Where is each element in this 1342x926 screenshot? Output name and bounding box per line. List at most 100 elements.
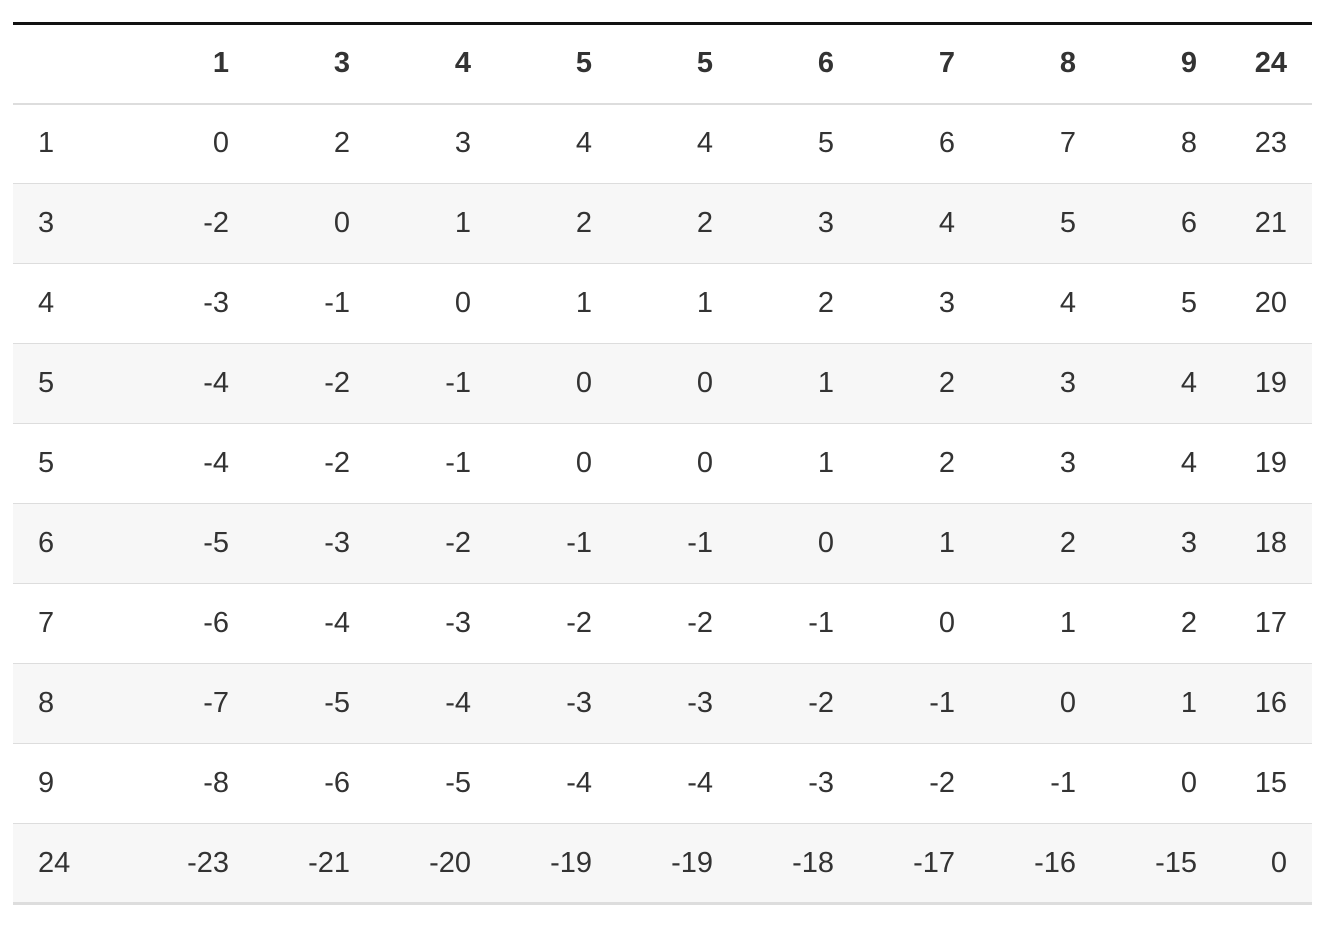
table-body: 1 0 2 3 4 4 5 6 7 8 23 3 -2 0 1 2 2 3 4 5 6 21 4 -3 -1 0 1 1 2 3 4 5 20 5… xyxy=(13,103,1312,905)
table-cell: 3 xyxy=(859,263,980,344)
table-row: 8 -7 -5 -4 -3 -3 -2 -1 0 1 16 xyxy=(13,663,1312,744)
table-cell: 1 xyxy=(375,183,496,264)
table-row: 3 -2 0 1 2 2 3 4 5 6 21 xyxy=(13,183,1312,264)
table-cell: 4 xyxy=(1101,343,1222,424)
table-row: 24 -23 -21 -20 -19 -19 -18 -17 -16 -15 0 xyxy=(13,823,1312,905)
table-cell: 0 xyxy=(738,503,859,584)
column-header: 6 xyxy=(738,23,859,105)
table-cell: 5 xyxy=(980,183,1101,264)
table-cell: -19 xyxy=(496,823,617,905)
table-cell: 0 xyxy=(496,423,617,504)
table-cell: -7 xyxy=(133,663,254,744)
table-cell: 4 xyxy=(496,103,617,184)
table-cell: 19 xyxy=(1222,423,1312,504)
table-cell: -1 xyxy=(254,263,375,344)
column-header: 8 xyxy=(980,23,1101,105)
table-cell: -15 xyxy=(1101,823,1222,905)
table-cell: 4 xyxy=(617,103,738,184)
table-row: 5 -4 -2 -1 0 0 1 2 3 4 19 xyxy=(13,423,1312,504)
table-row: 1 0 2 3 4 4 5 6 7 8 23 xyxy=(13,103,1312,184)
table-cell: 8 xyxy=(1101,103,1222,184)
table-cell: 6 xyxy=(1101,183,1222,264)
row-header: 4 xyxy=(13,263,133,344)
table-cell: 2 xyxy=(254,103,375,184)
table-cell: 1 xyxy=(980,583,1101,664)
column-header: 4 xyxy=(375,23,496,105)
table-cell: 0 xyxy=(375,263,496,344)
table-cell: -2 xyxy=(496,583,617,664)
table-cell: -18 xyxy=(738,823,859,905)
table-cell: -3 xyxy=(617,663,738,744)
table-cell: -8 xyxy=(133,743,254,824)
table-cell: 0 xyxy=(980,663,1101,744)
table-cell: 21 xyxy=(1222,183,1312,264)
row-header: 24 xyxy=(13,823,133,905)
column-header: 9 xyxy=(1101,23,1222,105)
table-cell: 0 xyxy=(617,423,738,504)
table-cell: -21 xyxy=(254,823,375,905)
table-row: 7 -6 -4 -3 -2 -2 -1 0 1 2 17 xyxy=(13,583,1312,664)
table-cell: 4 xyxy=(1101,423,1222,504)
row-header: 1 xyxy=(13,103,133,184)
table-cell: 2 xyxy=(738,263,859,344)
table-row: 4 -3 -1 0 1 1 2 3 4 5 20 xyxy=(13,263,1312,344)
table-cell: 17 xyxy=(1222,583,1312,664)
table-cell: -4 xyxy=(133,423,254,504)
table-cell: -1 xyxy=(980,743,1101,824)
column-header: 3 xyxy=(254,23,375,105)
table-cell: -5 xyxy=(133,503,254,584)
table-cell: 1 xyxy=(617,263,738,344)
table-cell: 18 xyxy=(1222,503,1312,584)
table-cell: -6 xyxy=(254,743,375,824)
header-row: 1 3 4 5 5 6 7 8 9 24 xyxy=(13,23,1312,105)
table-cell: -20 xyxy=(375,823,496,905)
table-header: 1 3 4 5 5 6 7 8 9 24 xyxy=(13,23,1312,105)
column-header: 24 xyxy=(1222,23,1312,105)
table-cell: -23 xyxy=(133,823,254,905)
table-cell: 16 xyxy=(1222,663,1312,744)
table-cell: 0 xyxy=(1222,823,1312,905)
table-cell: -3 xyxy=(496,663,617,744)
table-cell: 3 xyxy=(980,423,1101,504)
table-cell: -1 xyxy=(859,663,980,744)
table-cell: -2 xyxy=(859,743,980,824)
column-header: 5 xyxy=(496,23,617,105)
table-cell: -3 xyxy=(375,583,496,664)
table-cell: 3 xyxy=(1101,503,1222,584)
table-row: 5 -4 -2 -1 0 0 1 2 3 4 19 xyxy=(13,343,1312,424)
table-cell: -2 xyxy=(133,183,254,264)
table-cell: -5 xyxy=(254,663,375,744)
table-cell: -5 xyxy=(375,743,496,824)
table-cell: 2 xyxy=(859,343,980,424)
row-header: 8 xyxy=(13,663,133,744)
column-header: 5 xyxy=(617,23,738,105)
table-cell: 15 xyxy=(1222,743,1312,824)
table-cell: 0 xyxy=(1101,743,1222,824)
table-cell: -4 xyxy=(375,663,496,744)
table-row: 6 -5 -3 -2 -1 -1 0 1 2 3 18 xyxy=(13,503,1312,584)
difference-table-container: 1 3 4 5 5 6 7 8 9 24 1 0 2 3 4 4 5 6 7 8 23 3 -2 0 1 2 2… xyxy=(13,22,1312,905)
row-header: 7 xyxy=(13,583,133,664)
table-cell: -2 xyxy=(254,343,375,424)
table-cell: 3 xyxy=(375,103,496,184)
table-cell: 1 xyxy=(1101,663,1222,744)
row-header: 5 xyxy=(13,423,133,504)
column-header: 1 xyxy=(133,23,254,105)
row-header: 9 xyxy=(13,743,133,824)
table-cell: 5 xyxy=(1101,263,1222,344)
table-cell: 6 xyxy=(859,103,980,184)
table-cell: 0 xyxy=(133,103,254,184)
table-cell: 2 xyxy=(1101,583,1222,664)
table-row: 9 -8 -6 -5 -4 -4 -3 -2 -1 0 15 xyxy=(13,743,1312,824)
row-header: 5 xyxy=(13,343,133,424)
table-cell: -19 xyxy=(617,823,738,905)
table-cell: -4 xyxy=(133,343,254,424)
table-cell: 23 xyxy=(1222,103,1312,184)
table-cell: 0 xyxy=(617,343,738,424)
table-cell: -4 xyxy=(496,743,617,824)
table-cell: -4 xyxy=(617,743,738,824)
table-cell: 1 xyxy=(859,503,980,584)
table-cell: -6 xyxy=(133,583,254,664)
column-header: 7 xyxy=(859,23,980,105)
table-cell: 0 xyxy=(254,183,375,264)
